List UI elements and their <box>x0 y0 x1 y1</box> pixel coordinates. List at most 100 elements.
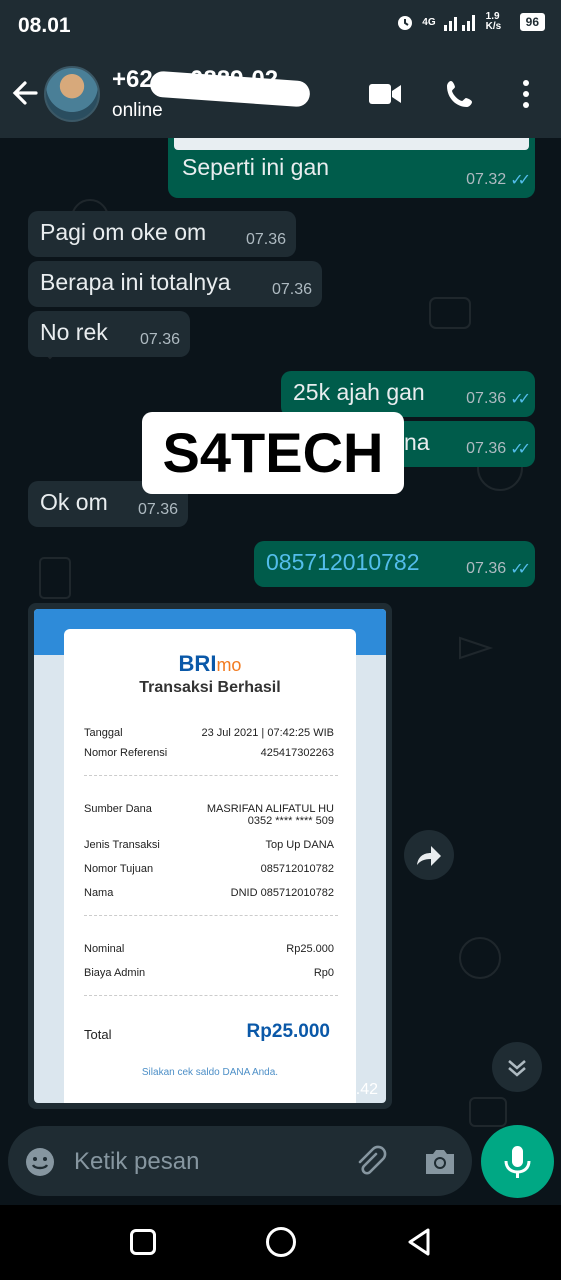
receipt-row: Nama DNID 085712010782 <box>84 887 334 899</box>
double-chevron-down-icon <box>508 1060 526 1077</box>
message-text: Seperti ini gan <box>182 154 330 180</box>
status-icons: 4G 1.9 K/s 96 <box>396 12 545 32</box>
message-composer <box>8 1126 472 1196</box>
divider <box>84 775 338 776</box>
video-call-icon[interactable] <box>368 82 402 106</box>
row-value: 0352 **** **** 509 <box>247 815 334 827</box>
system-nav-bar <box>0 1205 561 1280</box>
message-time: 07.36 <box>245 231 286 248</box>
message-text: Pagi om oke om <box>40 219 207 245</box>
more-options-icon[interactable] <box>516 78 536 110</box>
read-ticks-icon: ✓✓ <box>510 441 531 458</box>
row-value: DNID 085712010782 <box>230 887 334 899</box>
back-arrow-icon[interactable] <box>10 76 40 110</box>
row-value: Rp0 <box>313 967 334 979</box>
message-incoming-image[interactable]: BRImo Transaksi Berhasil Tanggal 23 Jul 2… <box>28 603 392 1109</box>
camera-icon[interactable] <box>422 1146 458 1178</box>
voice-record-button[interactable] <box>481 1125 554 1198</box>
message-time: 07.36 <box>466 390 507 407</box>
receipt-row: Nominal Rp25.000 <box>84 943 334 955</box>
status-bar: 08.01 4G 1.9 K/s 96 <box>0 0 561 50</box>
battery-indicator: 96 <box>519 13 545 31</box>
attachment-icon[interactable] <box>352 1144 388 1180</box>
brimo-logo: BRImo <box>64 651 356 677</box>
total-label: Total <box>84 1027 112 1042</box>
message-time: 07.36 <box>139 331 180 348</box>
chat-header: +62 ··· 0889-02... online <box>0 50 561 138</box>
message-incoming[interactable]: Berapa ini totalnya 07.36 <box>28 261 322 307</box>
receipt-card: BRImo Transaksi Berhasil Tanggal 23 Jul 2… <box>64 629 356 1103</box>
message-meta: 07.36 ✓✓ <box>466 439 531 459</box>
receipt-image[interactable]: BRImo Transaksi Berhasil Tanggal 23 Jul 2… <box>34 609 386 1103</box>
emoji-icon[interactable] <box>24 1146 56 1178</box>
recents-button[interactable] <box>130 1229 156 1255</box>
logo-main: BRI <box>178 651 217 676</box>
row-label: Sumber Dana <box>84 803 152 815</box>
row-value: 085712010782 <box>260 863 334 875</box>
message-meta: 07.36 <box>138 501 178 519</box>
message-meta: 07.36 <box>272 281 312 299</box>
message-outgoing[interactable]: 085712010782 07.36 ✓✓ <box>254 541 535 587</box>
receipt-title: Transaksi Berhasil <box>139 679 281 696</box>
row-label: Nama <box>84 887 114 899</box>
row-label: Nomor Tujuan <box>84 863 154 875</box>
row-value: Rp25.000 <box>286 943 334 955</box>
message-time: 07.42 <box>337 1081 378 1098</box>
scroll-to-bottom-button[interactable] <box>492 1042 542 1092</box>
microphone-icon <box>504 1146 531 1178</box>
message-text: na <box>404 429 430 455</box>
receipt-note: Silakan cek saldo DANA Anda. <box>141 1067 279 1078</box>
receipt-row: Sumber Dana MASRIFAN ALIFATUL HU <box>84 803 334 815</box>
row-label: Jenis Transaksi <box>84 839 160 851</box>
receipt-row: Tanggal 23 Jul 2021 | 07:42:25 WIB <box>84 727 334 739</box>
row-value: 425417302263 <box>260 747 334 759</box>
row-value: 23 Jul 2021 | 07:42:25 WIB <box>201 727 335 739</box>
message-meta: 07.36 ✓✓ <box>466 389 531 409</box>
message-text: Ok om <box>40 489 108 515</box>
message-text: Berapa ini totalnya <box>40 269 231 295</box>
message-time: 07.32 <box>466 171 507 188</box>
message-meta: 07.36 ✓✓ <box>466 559 531 579</box>
receipt-row: Biaya Admin Rp0 <box>84 967 334 979</box>
message-meta: 07.32 ✓✓ <box>466 170 531 190</box>
row-label: Nomor Referensi <box>84 747 168 759</box>
forward-button[interactable] <box>404 830 454 880</box>
read-ticks-icon: ✓✓ <box>510 172 531 189</box>
forward-icon <box>417 846 441 866</box>
message-meta: 07.36 <box>246 231 286 249</box>
total-value: Rp25.000 <box>246 1021 330 1042</box>
message-incoming[interactable]: No rek 07.36 <box>28 311 190 357</box>
row-label: Nominal <box>84 943 125 955</box>
phone-call-icon[interactable] <box>444 78 476 110</box>
message-text: No rek <box>40 319 108 345</box>
phone-number-link[interactable]: 085712010782 <box>266 549 420 575</box>
avatar[interactable] <box>44 66 100 122</box>
read-ticks-icon: ✓✓ <box>510 391 531 408</box>
receipt-row: 0352 **** **** 509 <box>84 815 334 827</box>
back-triangle-icon[interactable] <box>404 1227 434 1257</box>
divider <box>84 995 338 996</box>
row-label: Tanggal <box>84 727 123 739</box>
read-ticks-icon: ✓✓ <box>510 561 531 578</box>
network-type: 4G <box>422 16 436 28</box>
receipt-row: Nomor Referensi 425417302263 <box>84 747 334 759</box>
message-time: 07.36 <box>466 560 507 577</box>
logo-sub: mo <box>216 655 242 675</box>
message-incoming[interactable]: Pagi om oke om 07.36 <box>28 211 296 257</box>
row-value: Top Up DANA <box>265 839 334 851</box>
contact-status: online <box>112 100 163 121</box>
message-outgoing-image-caption[interactable]: Seperti ini gan 07.32 ✓✓ <box>168 138 535 198</box>
message-outgoing[interactable]: 25k ajah gan 07.36 ✓✓ <box>281 371 535 417</box>
message-meta: 07.36 <box>140 331 180 349</box>
row-value: MASRIFAN ALIFATUL HU <box>206 803 334 815</box>
message-input[interactable] <box>74 1144 344 1180</box>
image-preview[interactable] <box>174 138 529 150</box>
home-button[interactable] <box>266 1227 296 1257</box>
watermark-label: S4TECH <box>142 412 404 494</box>
receipt-row: Jenis Transaksi Top Up DANA <box>84 839 334 851</box>
receipt-row: Nomor Tujuan 085712010782 <box>84 863 334 875</box>
chat-area[interactable]: Seperti ini gan 07.32 ✓✓ Pagi om oke om 0… <box>0 138 561 1205</box>
alarm-icon <box>398 16 413 30</box>
message-time: 07.36 <box>466 440 507 457</box>
message-text: 25k ajah gan <box>293 379 425 405</box>
